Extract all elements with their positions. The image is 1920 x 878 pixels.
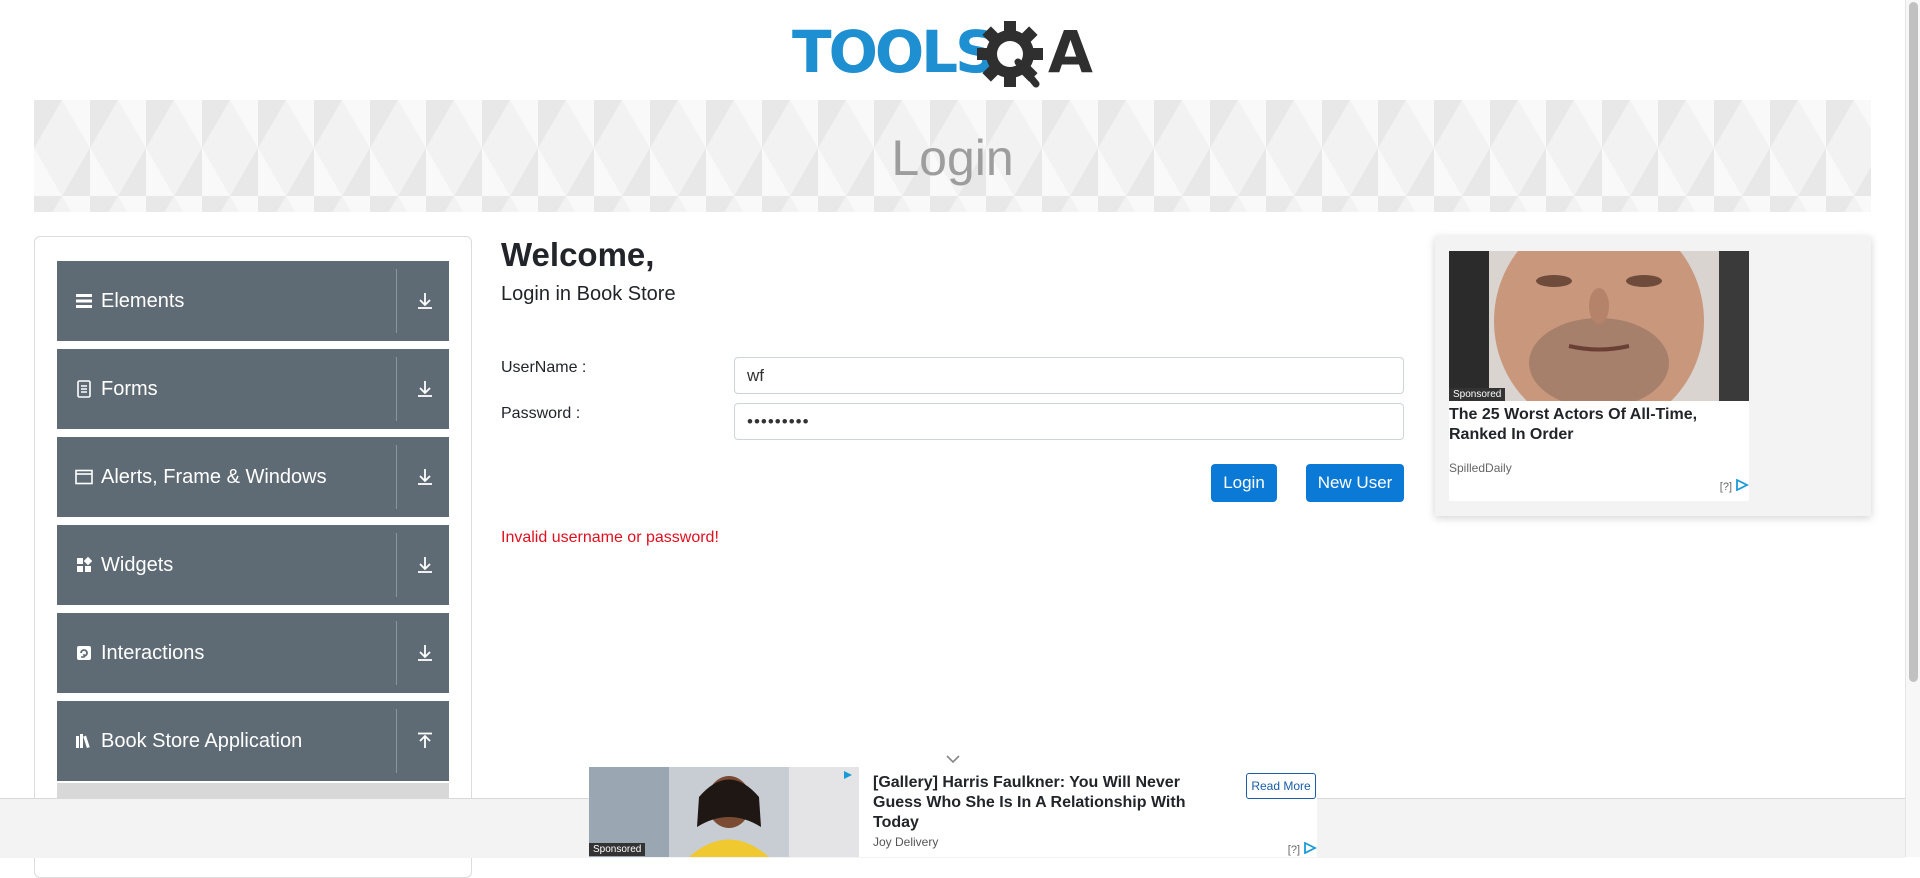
login-button[interactable]: Login [1211,464,1277,502]
bottom-ad-headline[interactable]: [Gallery] Harris Faulkner: You Will Neve… [873,773,1203,833]
window-icon [73,466,95,488]
divider [396,709,397,773]
sponsored-label: Sponsored [589,843,646,856]
interactions-icon [73,642,95,664]
new-user-button[interactable]: New User [1306,464,1404,502]
sidebar-group-label: Forms [101,377,158,400]
ad-photo[interactable] [1449,251,1749,401]
page-title: Login [891,130,1014,186]
sidebar-group-label: Widgets [101,553,174,576]
logo-text-tools: TOOLS [792,18,994,86]
password-label: Password : [501,405,581,422]
gear-icon [977,21,1043,88]
logo-text-a: A [1048,18,1093,86]
upload-arrow-icon[interactable] [415,731,435,751]
download-arrow-icon[interactable] [415,643,435,663]
chevron-down-icon[interactable] [945,752,961,764]
divider [396,357,397,421]
sidebar-group-elements[interactable]: Elements [57,261,449,341]
sidebar-group-label: Book Store Application [101,729,303,752]
ad-headline[interactable]: The 25 Worst Actors Of All-Time, Ranked … [1449,405,1749,445]
ad-info-label: [?] [1719,480,1732,493]
download-arrow-icon[interactable] [415,555,435,575]
ad-info-label: [?] [1287,843,1300,856]
password-input[interactable] [734,403,1404,440]
bottom-ad-source[interactable]: Joy Delivery [873,835,938,849]
download-arrow-icon[interactable] [415,291,435,311]
toolsqa-logo[interactable]: TOOLS A [792,16,1117,91]
sidebar-group-interactions[interactable]: Interactions [57,613,449,693]
adchoices-icon [1303,841,1318,857]
download-arrow-icon[interactable] [415,379,435,399]
ad-source[interactable]: SpilledDaily [1449,461,1512,475]
adchoices-icon [1735,478,1750,494]
menu-lines-icon [73,290,95,312]
sponsored-label: Sponsored [1449,388,1506,401]
read-more-button[interactable]: Read More [1246,773,1316,799]
sidebar-group-label: Elements [101,289,185,312]
widgets-icon [73,554,95,576]
divider [396,269,397,333]
ad-info[interactable]: [?] [1719,478,1750,494]
divider [396,445,397,509]
books-icon [73,730,95,752]
sidebar-group-widgets[interactable]: Widgets [57,525,449,605]
sidebar-group-alerts-frame-windows[interactable]: Alerts, Frame & Windows [57,437,449,517]
bottom-ad[interactable]: Sponsored [Gallery] Harris Faulkner: You… [589,767,1318,857]
sidebar-accordion: Elements Forms Alerts, Frame & Windows W… [34,236,472,878]
download-arrow-icon[interactable] [415,467,435,487]
scrollbar[interactable] [1905,0,1920,857]
login-subtitle: Login in Book Store [501,283,676,305]
scrollbar-thumb[interactable] [1909,2,1918,682]
welcome-heading: Welcome, [501,236,655,273]
username-label: UserName : [501,359,587,376]
side-ad-card[interactable]: Sponsored The 25 Worst Actors Of All-Tim… [1449,251,1750,501]
error-message: Invalid username or password! [501,529,719,546]
sidebar-group-label: Interactions [101,641,205,664]
divider [396,533,397,597]
divider [396,621,397,685]
sidebar-group-label: Alerts, Frame & Windows [101,465,327,488]
document-icon [73,378,95,400]
side-ad: Sponsored The 25 Worst Actors Of All-Tim… [1435,236,1871,516]
sidebar-group-forms[interactable]: Forms [57,349,449,429]
page-banner: Login [34,100,1871,212]
bottom-ad-info[interactable]: [?] [1287,841,1318,857]
username-input[interactable] [734,357,1404,394]
sidebar-group-book-store-application[interactable]: Book Store Application [57,701,449,781]
